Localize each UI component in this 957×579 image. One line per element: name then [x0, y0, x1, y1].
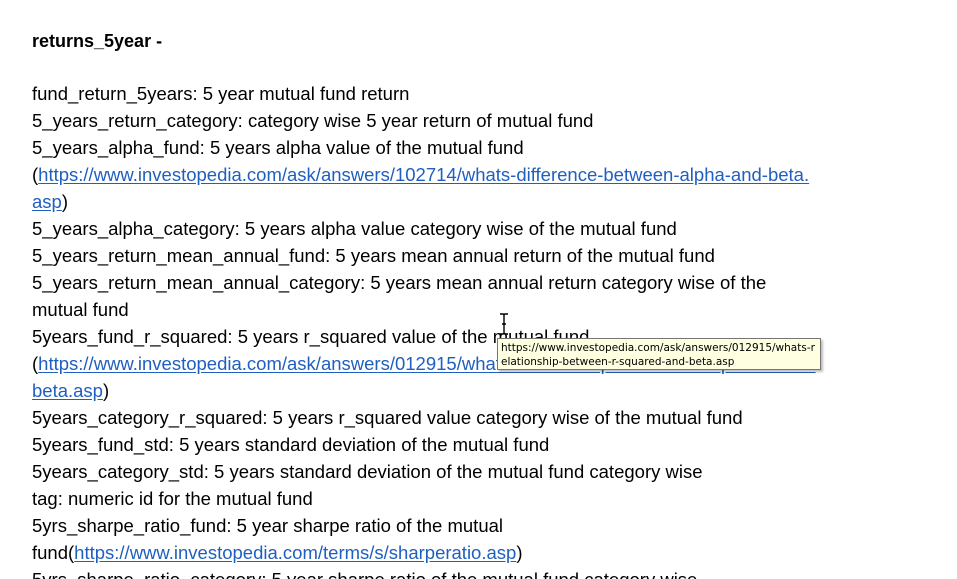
link-line: fund(https://www.investopedia.com/terms/…: [32, 539, 816, 566]
link-line: asp): [32, 188, 816, 215]
tooltip-line-1: https://www.investopedia.com/ask/answers…: [501, 342, 815, 354]
definition-list: fund_return_5years: 5 year mutual fund r…: [32, 80, 816, 579]
tooltip-line-2: elationship-between-r-squared-and-beta.a…: [501, 356, 735, 368]
definition-line: 5_years_return_category: category wise 5…: [32, 110, 594, 131]
definition-line: 5years_category_r_squared: 5 years r_squ…: [32, 407, 743, 428]
line-text: ): [102, 380, 110, 401]
hyperlink[interactable]: beta.asp: [32, 380, 103, 401]
definition-line: fund_return_5years: 5 year mutual fund r…: [32, 83, 410, 104]
hyperlink[interactable]: asp: [32, 191, 62, 212]
text-cursor-icon: [500, 313, 508, 335]
link-tooltip: https://www.investopedia.com/ask/answers…: [497, 338, 821, 370]
definition-line: tag: numeric id for the mutual fund: [32, 488, 313, 509]
line-text: ): [61, 191, 68, 212]
definition-line: 5_years_alpha_category: 5 years alpha va…: [32, 218, 677, 239]
definition-line: 5yrs_sharpe_ratio_fund: 5 year sharpe ra…: [32, 515, 504, 536]
definition-line: 5yrs_sharpe_ratio_category: 5 year sharp…: [32, 566, 816, 579]
line-text: fund(: [32, 542, 75, 563]
section-heading: returns_5year -: [32, 31, 163, 51]
definition-line: 5years_category_std: 5 years standard de…: [32, 461, 703, 482]
hyperlink[interactable]: https://www.investopedia.com/terms/s/sha…: [74, 542, 516, 563]
link-line: (https://www.investopedia.com/ask/answer…: [32, 161, 816, 188]
definition-line: 5_years_return_mean_annual_category: 5 y…: [32, 272, 767, 293]
definition-line: 5_years_return_mean_annual_fund: 5 years…: [32, 245, 715, 266]
link-line: beta.asp): [32, 377, 816, 404]
definition-line: mutual fund: [32, 299, 129, 320]
line-text: ): [516, 542, 523, 563]
definition-line: 5years_fund_std: 5 years standard deviat…: [32, 434, 550, 455]
hyperlink[interactable]: https://www.investopedia.com/ask/answers…: [38, 164, 809, 185]
definition-line: 5_years_alpha_fund: 5 years alpha value …: [32, 137, 524, 158]
